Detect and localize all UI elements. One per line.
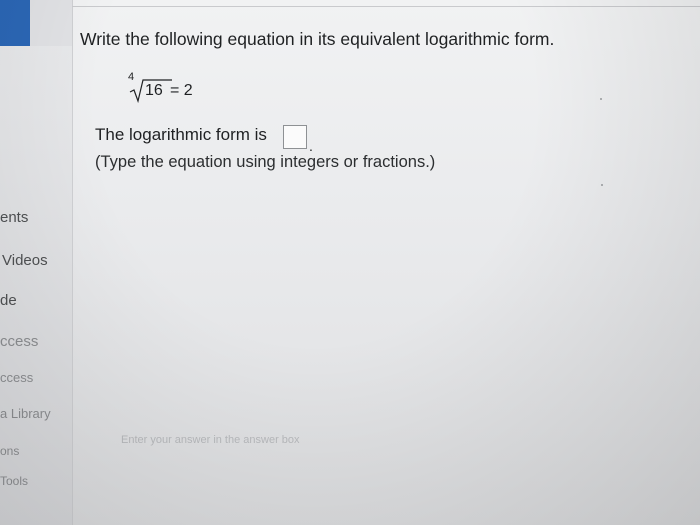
- sidebar-item-contents[interactable]: ents: [0, 209, 28, 226]
- sidebar-item-videos[interactable]: Videos: [2, 252, 48, 269]
- screen-speck: [600, 98, 602, 100]
- equation: 4 16 = 2: [128, 71, 248, 107]
- sidebar-item-library[interactable]: a Library: [0, 406, 51, 421]
- sidebar: ents Videos de ccess ccess a Library ons…: [0, 0, 72, 525]
- panel-divider: [72, 6, 700, 7]
- screen-speck: [601, 184, 603, 186]
- answer-suffix: .: [309, 138, 313, 154]
- answer-input-box[interactable]: [283, 125, 307, 149]
- answer-label: The logarithmic form is: [95, 125, 267, 144]
- footer-hint: Enter your answer in the answer box: [121, 434, 300, 446]
- question-prompt: Write the following equation in its equi…: [80, 29, 555, 49]
- sidebar-item-guide[interactable]: de: [0, 292, 17, 309]
- sidebar-accent-block: [0, 0, 30, 46]
- sidebar-item-tools[interactable]: Tools: [0, 474, 28, 488]
- sidebar-item-access-2[interactable]: ccess: [0, 370, 33, 385]
- sidebar-item-options[interactable]: ons: [0, 444, 19, 458]
- sidebar-item-access[interactable]: ccess: [0, 333, 38, 350]
- answer-hint: (Type the equation using integers or fra…: [95, 153, 436, 171]
- sidebar-top-area: [30, 0, 72, 46]
- root-index: 4: [128, 71, 135, 83]
- equation-rhs: = 2: [170, 82, 193, 99]
- radicand: 16: [145, 82, 163, 99]
